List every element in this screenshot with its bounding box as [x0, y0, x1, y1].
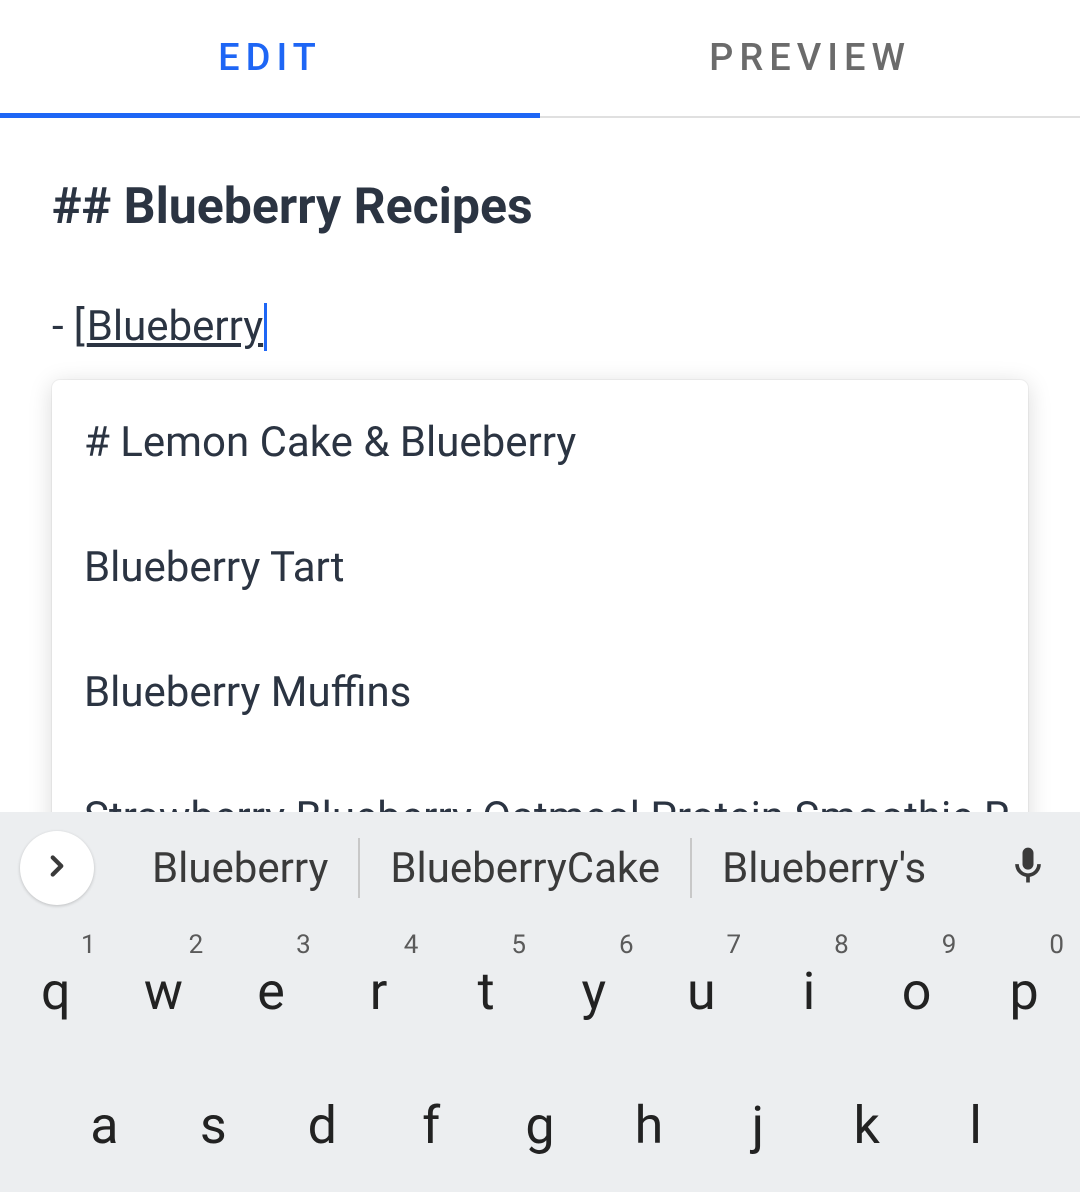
expand-keyboard-button[interactable]: [20, 831, 94, 905]
keyboard-word-suggestion[interactable]: BlueberryCake: [360, 844, 690, 893]
key-w[interactable]: 2w: [110, 924, 218, 1058]
tab-edit[interactable]: EDIT: [0, 0, 540, 116]
key-p[interactable]: 0p: [970, 924, 1078, 1058]
keyboard-word-suggestion[interactable]: Blueberry: [122, 844, 358, 893]
voice-input-button[interactable]: [996, 844, 1060, 892]
key-r[interactable]: 4r: [325, 924, 433, 1058]
key-j[interactable]: j: [703, 1058, 812, 1192]
key-s[interactable]: s: [159, 1058, 268, 1192]
key-t[interactable]: 5t: [432, 924, 540, 1058]
key-e[interactable]: 3e: [217, 924, 325, 1058]
tab-bar: EDIT PREVIEW: [0, 0, 1080, 118]
keyboard-row-2: a s d f g h j k l: [0, 1058, 1080, 1192]
key-u[interactable]: 7u: [648, 924, 756, 1058]
key-q[interactable]: 1q: [2, 924, 110, 1058]
keyboard-suggestion-row: Blueberry BlueberryCake Blueberry's: [0, 812, 1080, 924]
link-typed-text: Blueberry: [87, 302, 263, 351]
keyboard-row-1: 1q 2w 3e 4r 5t 6y 7u 8i 9o 0p: [0, 924, 1080, 1058]
keyboard-word-suggestion[interactable]: Blueberry's: [692, 844, 956, 893]
key-i[interactable]: 8i: [755, 924, 863, 1058]
editor-area[interactable]: ## Blueberry Recipes - [ Blueberry # Lem…: [0, 118, 1080, 351]
key-f[interactable]: f: [377, 1058, 486, 1192]
autocomplete-item[interactable]: # Lemon Cake & Blueberry: [52, 380, 1028, 505]
key-o[interactable]: 9o: [863, 924, 971, 1058]
key-a[interactable]: a: [50, 1058, 159, 1192]
autocomplete-item[interactable]: Blueberry Muffins: [52, 630, 1028, 755]
editor-list-line: - [ Blueberry: [52, 302, 1028, 351]
on-screen-keyboard: Blueberry BlueberryCake Blueberry's 1q 2…: [0, 812, 1080, 1192]
list-dash: -: [52, 302, 64, 351]
chevron-right-icon: [40, 849, 74, 887]
autocomplete-popup: # Lemon Cake & Blueberry Blueberry Tart …: [52, 380, 1028, 880]
text-cursor: [264, 303, 267, 351]
key-h[interactable]: h: [594, 1058, 703, 1192]
key-d[interactable]: d: [268, 1058, 377, 1192]
key-y[interactable]: 6y: [540, 924, 648, 1058]
tab-preview[interactable]: PREVIEW: [540, 0, 1080, 116]
microphone-icon: [1006, 873, 1050, 892]
list-bracket: [: [74, 302, 85, 351]
key-g[interactable]: g: [486, 1058, 595, 1192]
editor-heading-line: ## Blueberry Recipes: [52, 178, 1028, 236]
key-l[interactable]: l: [921, 1058, 1030, 1192]
key-k[interactable]: k: [812, 1058, 921, 1192]
autocomplete-item[interactable]: Blueberry Tart: [52, 505, 1028, 630]
